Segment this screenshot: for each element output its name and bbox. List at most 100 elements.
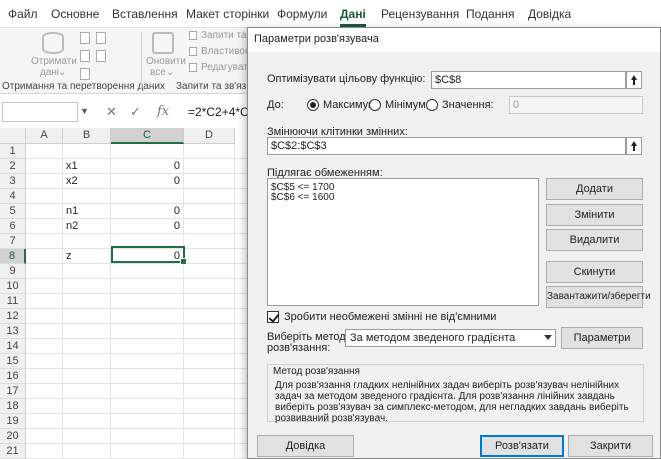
cell-c8[interactable]: 0 (120, 250, 180, 262)
cell-b5[interactable]: n1 (66, 205, 78, 217)
get-data-label: Отримати (31, 56, 77, 67)
tab-insert[interactable]: Вставлення (112, 7, 178, 21)
edit-links-button[interactable]: Редагувати (201, 62, 253, 73)
row-header[interactable]: 14 (0, 339, 26, 354)
select-all-corner[interactable] (0, 128, 26, 144)
value-of-input[interactable]: 0 (509, 96, 643, 114)
tab-home[interactable]: Основне (51, 7, 99, 21)
add-constraint-button[interactable]: Додати (546, 178, 643, 200)
properties-button[interactable]: Властивос (201, 46, 250, 57)
row-header[interactable]: 19 (0, 414, 26, 429)
enter-icon[interactable]: ✓ (130, 104, 141, 120)
row-header[interactable]: 16 (0, 369, 26, 384)
from-table-icon[interactable] (80, 50, 90, 62)
name-box[interactable] (2, 102, 78, 122)
dialog-titlebar[interactable]: Параметри розв'язувача (248, 28, 660, 52)
cell-c6[interactable]: 0 (120, 220, 180, 232)
row-header[interactable]: 15 (0, 354, 26, 369)
insert-function-icon[interactable]: fx (157, 104, 169, 119)
constraints-list[interactable]: $C$5 <= 1700 $C$6 <= 1600 (267, 178, 539, 306)
cell-b3[interactable]: x2 (66, 175, 78, 187)
queries-connections-button[interactable]: Запити та з (201, 30, 254, 41)
tab-file[interactable]: Файл (8, 7, 38, 21)
to-label: До: (267, 99, 284, 111)
row-header[interactable]: 5 (0, 204, 26, 219)
objective-input[interactable]: $C$8 (431, 71, 626, 89)
row-header[interactable]: 2 (0, 159, 26, 174)
radio-min[interactable] (369, 99, 381, 111)
chevron-down-icon: ⌄ (166, 67, 175, 78)
cell-c2[interactable]: 0 (120, 160, 180, 172)
edit-links-icon (189, 63, 197, 72)
group-divider (141, 32, 142, 90)
tab-formulas[interactable]: Формули (277, 7, 327, 21)
row-header[interactable]: 11 (0, 294, 26, 309)
row-header[interactable]: 21 (0, 444, 26, 459)
column-header-b[interactable]: B (63, 128, 111, 144)
cell-b8[interactable]: z (66, 250, 72, 262)
row-header[interactable]: 8 (0, 249, 26, 264)
row-header[interactable]: 6 (0, 219, 26, 234)
radio-value-label[interactable]: Значення: (442, 99, 494, 111)
radio-min-label[interactable]: Мінімум (385, 99, 426, 111)
reset-all-button[interactable]: Скинути (546, 261, 643, 283)
refresh-all-button[interactable]: Оновити все ⌄ (146, 30, 186, 78)
queries-icon (189, 31, 197, 40)
load-save-button[interactable]: Завантажити/зберегти (546, 286, 651, 308)
tab-page-layout[interactable]: Макет сторінки (186, 7, 269, 21)
row-header[interactable]: 10 (0, 279, 26, 294)
chevron-down-icon: ⌄ (58, 67, 67, 78)
radio-value[interactable] (426, 99, 438, 111)
row-header[interactable]: 4 (0, 189, 26, 204)
row-header[interactable]: 13 (0, 324, 26, 339)
close-button[interactable]: Закрити (568, 435, 653, 457)
constraint-item[interactable]: $C$6 <= 1600 (271, 192, 334, 203)
refresh-all-label: Оновити (146, 56, 186, 67)
cell-c3[interactable]: 0 (120, 175, 180, 187)
nonnegative-checkbox[interactable] (267, 311, 279, 323)
solve-button[interactable]: Розв'язати (480, 435, 564, 457)
row-header[interactable]: 18 (0, 399, 26, 414)
cell-c5[interactable]: 0 (120, 205, 180, 217)
column-header-c[interactable]: C (111, 128, 184, 144)
chevron-down-icon (544, 335, 552, 340)
options-button[interactable]: Параметри (561, 327, 643, 349)
row-header[interactable]: 17 (0, 384, 26, 399)
properties-icon (189, 47, 197, 56)
row-header[interactable]: 12 (0, 309, 26, 324)
row-header[interactable]: 1 (0, 144, 26, 159)
cancel-icon[interactable]: ✕ (106, 104, 117, 120)
nonnegative-label[interactable]: Зробити необмежені змінні не від'ємними (284, 311, 496, 323)
row-header[interactable]: 7 (0, 234, 26, 249)
formula-input[interactable]: =2*C2+4*C3 (188, 105, 255, 119)
tab-help[interactable]: Довідка (528, 7, 571, 21)
method-description: Для розв'язання гладких нелінійних задач… (275, 380, 629, 424)
get-data-button[interactable]: Отримати дані ⌄ (28, 30, 78, 78)
column-header-d[interactable]: D (184, 128, 235, 144)
cell-b6[interactable]: n2 (66, 220, 78, 232)
help-button[interactable]: Довідка (257, 435, 354, 457)
delete-constraint-button[interactable]: Видалити (546, 229, 643, 251)
change-constraint-button[interactable]: Змінити (546, 204, 643, 226)
row-header[interactable]: 20 (0, 429, 26, 444)
collapse-dialog-icon[interactable] (626, 137, 642, 155)
solving-method-select[interactable]: За методом зведеного градієнта (345, 329, 556, 347)
database-icon (42, 32, 64, 54)
row-header[interactable]: 9 (0, 264, 26, 279)
changing-cells-input[interactable]: $C$2:$C$3 (267, 137, 626, 155)
radio-max-label[interactable]: Максимум (323, 99, 376, 111)
from-text-icon[interactable] (80, 32, 90, 44)
radio-max[interactable] (307, 99, 319, 111)
from-web-icon[interactable] (96, 32, 106, 44)
column-header-a[interactable]: A (26, 128, 63, 144)
tab-review[interactable]: Рецензування (381, 7, 459, 21)
tab-data[interactable]: Дані (340, 7, 366, 27)
method-label-2: розв'язання: (267, 342, 331, 354)
chevron-down-icon[interactable]: ▼ (80, 106, 89, 116)
recent-sources-icon[interactable] (96, 50, 106, 62)
cell-b2[interactable]: x1 (66, 160, 78, 172)
existing-connections-icon[interactable] (80, 68, 90, 80)
tab-view[interactable]: Подання (466, 7, 514, 21)
row-header[interactable]: 3 (0, 174, 26, 189)
collapse-dialog-icon[interactable] (626, 71, 642, 89)
